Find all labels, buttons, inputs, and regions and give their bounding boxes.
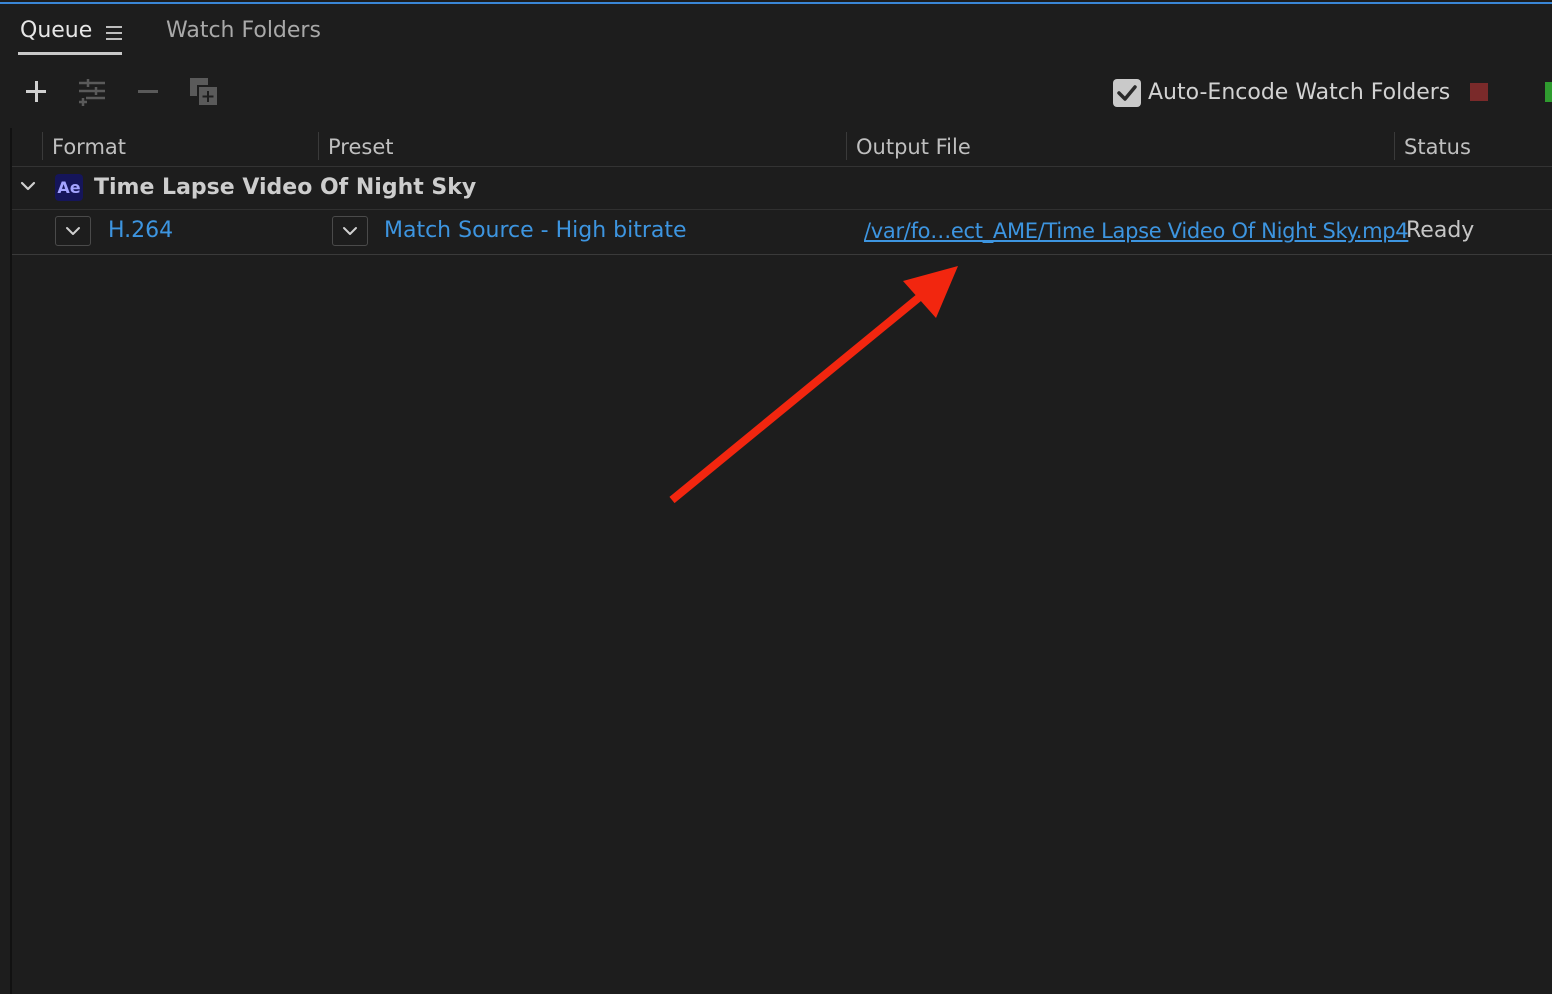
column-divider[interactable] — [318, 132, 319, 160]
source-title: Time Lapse Video Of Night Sky — [94, 175, 477, 200]
add-source-button[interactable] — [22, 76, 54, 108]
format-link[interactable]: H.264 — [108, 216, 173, 246]
focus-accent-line — [0, 0, 1552, 4]
settings-sliders-icon[interactable] — [76, 76, 108, 108]
chevron-down-icon — [66, 227, 80, 235]
column-header-status[interactable]: Status — [1404, 132, 1471, 162]
panel-menu-icon[interactable] — [106, 26, 122, 40]
column-header-row: Format Preset Output File Status — [12, 128, 1552, 167]
column-divider[interactable] — [1394, 132, 1395, 160]
active-tab-underline — [18, 52, 122, 55]
auto-encode-label: Auto-Encode Watch Folders — [1148, 80, 1451, 105]
status-text: Ready — [1406, 218, 1475, 243]
auto-encode-checkbox[interactable] — [1113, 79, 1141, 107]
remove-button[interactable] — [134, 76, 166, 108]
column-divider[interactable] — [846, 132, 847, 160]
tab-queue[interactable]: Queue — [20, 16, 92, 46]
chevron-down-icon[interactable] — [18, 176, 38, 196]
table-row[interactable]: H.264 Match Source - High bitrate /var/f… — [12, 210, 1552, 255]
column-header-preset[interactable]: Preset — [328, 132, 393, 162]
preset-dropdown-button[interactable] — [332, 216, 368, 246]
column-header-format[interactable]: Format — [52, 132, 126, 162]
queue-toolbar: Auto-Encode Watch Folders — [0, 70, 1552, 114]
format-dropdown-button[interactable] — [55, 216, 91, 246]
start-queue-button[interactable] — [1545, 82, 1552, 102]
media-encoder-queue-panel: Queue Watch Folders Auto-Encode Watch Fo… — [0, 0, 1552, 994]
panel-tabbar: Queue Watch Folders — [0, 6, 1552, 58]
column-header-output-file[interactable]: Output File — [856, 132, 971, 162]
after-effects-icon: Ae — [55, 174, 83, 201]
chevron-down-icon — [343, 227, 357, 235]
queue-list: Format Preset Output File Status Ae Time… — [10, 128, 1552, 994]
duplicate-icon[interactable] — [188, 76, 220, 108]
tab-watch-folders[interactable]: Watch Folders — [166, 16, 321, 46]
stop-queue-button[interactable] — [1470, 83, 1488, 101]
preset-link[interactable]: Match Source - High bitrate — [384, 216, 687, 246]
column-divider[interactable] — [42, 132, 43, 160]
checkmark-icon — [1117, 85, 1137, 101]
queue-group-row[interactable]: Ae Time Lapse Video Of Night Sky — [12, 168, 1552, 210]
output-file-link[interactable]: /var/fo…ect_AME/Time Lapse Video Of Nigh… — [864, 216, 1409, 246]
